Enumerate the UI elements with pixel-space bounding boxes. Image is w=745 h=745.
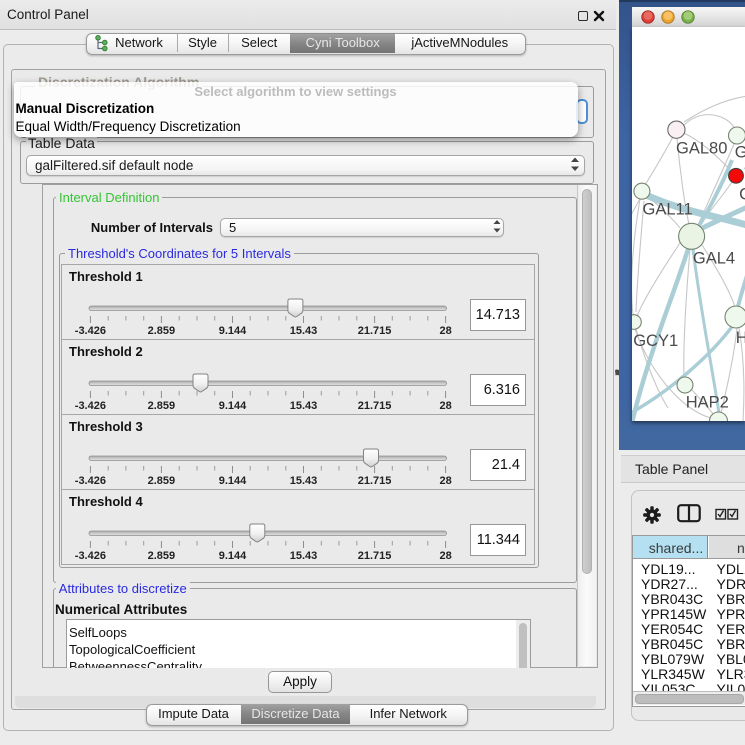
- svg-text:GAL11: GAL11: [642, 201, 692, 219]
- svg-text:GAL80: GAL80: [676, 139, 727, 157]
- svg-text:GA: GA: [734, 144, 745, 162]
- svg-text:GAL4: GAL4: [692, 249, 734, 267]
- svg-text:GCY1: GCY1: [633, 332, 678, 350]
- svg-text:HI: HI: [735, 329, 745, 347]
- svg-text:HAP2: HAP2: [685, 393, 728, 411]
- svg-text:C: C: [739, 185, 745, 203]
